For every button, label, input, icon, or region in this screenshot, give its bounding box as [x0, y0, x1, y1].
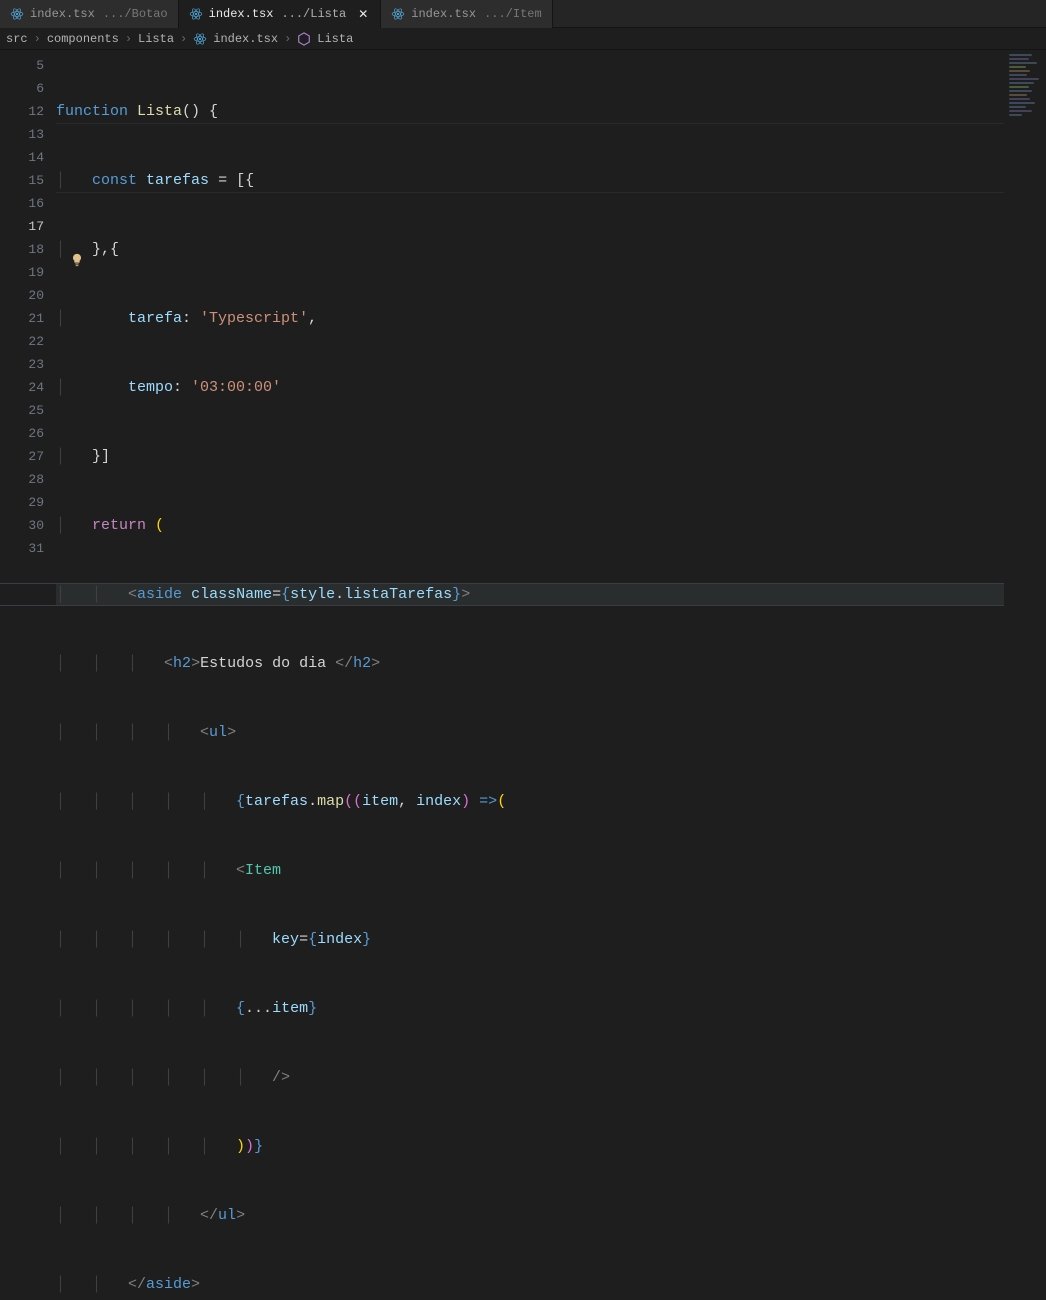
tab-path: .../Botao [103, 7, 168, 21]
tab-lista[interactable]: index.tsx .../Lista ✕ [179, 0, 382, 28]
code-line: │ │ │ │ │ <Item [56, 859, 1046, 882]
code-line: │ return ( [56, 514, 1046, 537]
code-line: │ │ │ │ │ {tarefas.map((item, index) =>( [56, 790, 1046, 813]
line-number: 30 [0, 514, 44, 537]
breadcrumb-part[interactable]: Lista [138, 32, 174, 46]
tab-filename: index.tsx [411, 7, 476, 21]
tab-path: .../Item [484, 7, 542, 21]
line-number: 21 [0, 307, 44, 330]
tab-filename: index.tsx [30, 7, 95, 21]
code-line: │ │ </aside> [56, 1273, 1046, 1296]
line-number: 15 [0, 169, 44, 192]
line-number: 12 [0, 100, 44, 123]
close-icon[interactable]: ✕ [356, 7, 370, 21]
react-icon [391, 7, 405, 21]
code-area[interactable]: function Lista() { │ const tarefas = [{ … [56, 50, 1046, 650]
chevron-right-icon: › [284, 32, 291, 46]
line-number: 13 [0, 123, 44, 146]
code-line: │ │ │ │ │ ))} [56, 1135, 1046, 1158]
line-number: 22 [0, 330, 44, 353]
code-line: │ }] [56, 445, 1046, 468]
chevron-right-icon: › [34, 32, 41, 46]
tab-botao[interactable]: index.tsx .../Botao [0, 0, 179, 28]
line-gutter: 5 6 12 13 14 15 16 17 18 19 20 21 22 23 … [0, 50, 56, 650]
code-editor[interactable]: 5 6 12 13 14 15 16 17 18 19 20 21 22 23 … [0, 50, 1046, 650]
line-number: 18 [0, 238, 44, 261]
line-number: 25 [0, 399, 44, 422]
breadcrumb: src › components › Lista › index.tsx › L… [0, 28, 1046, 50]
code-line: function Lista() { [56, 100, 1046, 123]
code-line: │ │ │ │ │ │ /> [56, 1066, 1046, 1089]
line-number: 29 [0, 491, 44, 514]
code-line: │ │ │ │ │ {...item} [56, 997, 1046, 1020]
chevron-right-icon: › [180, 32, 187, 46]
code-line: │ │ │ │ </ul> [56, 1204, 1046, 1227]
line-number: 14 [0, 146, 44, 169]
line-number: 17 [0, 215, 44, 238]
react-icon [10, 7, 24, 21]
line-number: 19 [0, 261, 44, 284]
line-number: 27 [0, 445, 44, 468]
code-line: │ tempo: '03:00:00' [56, 376, 1046, 399]
line-number: 5 [0, 54, 44, 77]
line-number: 6 [0, 77, 44, 100]
breadcrumb-part[interactable]: src [6, 32, 28, 46]
line-number: 16 [0, 192, 44, 215]
code-line: │ tarefa: 'Typescript', [56, 307, 1046, 330]
line-number: 26 [0, 422, 44, 445]
line-number: 31 [0, 537, 44, 560]
code-line: │ │ │ <h2>Estudos do dia </h2> [56, 652, 1046, 675]
minimap[interactable] [1004, 50, 1046, 650]
breadcrumb-part[interactable]: Lista [317, 32, 353, 46]
breadcrumb-part[interactable]: components [47, 32, 119, 46]
chevron-right-icon: › [125, 32, 132, 46]
line-number: 23 [0, 353, 44, 376]
code-line: │ },{ [56, 238, 1046, 261]
code-line: │ │ │ │ <ul> [56, 721, 1046, 744]
code-line: │ const tarefas = [{ [56, 169, 1046, 192]
tab-item[interactable]: index.tsx .../Item [381, 0, 552, 28]
breadcrumb-part[interactable]: index.tsx [213, 32, 278, 46]
react-icon [193, 32, 207, 46]
line-number: 28 [0, 468, 44, 491]
line-number: 24 [0, 376, 44, 399]
react-icon [189, 7, 203, 21]
line-number: 20 [0, 284, 44, 307]
tab-filename: index.tsx [209, 7, 274, 21]
code-line: │ │ │ │ │ │ key={index} [56, 928, 1046, 951]
tab-bar: index.tsx .../Botao index.tsx .../Lista … [0, 0, 1046, 28]
code-line: │ │ <aside className={style.listaTarefas… [56, 583, 1046, 606]
tab-path: .../Lista [281, 7, 346, 21]
symbol-icon [297, 32, 311, 46]
